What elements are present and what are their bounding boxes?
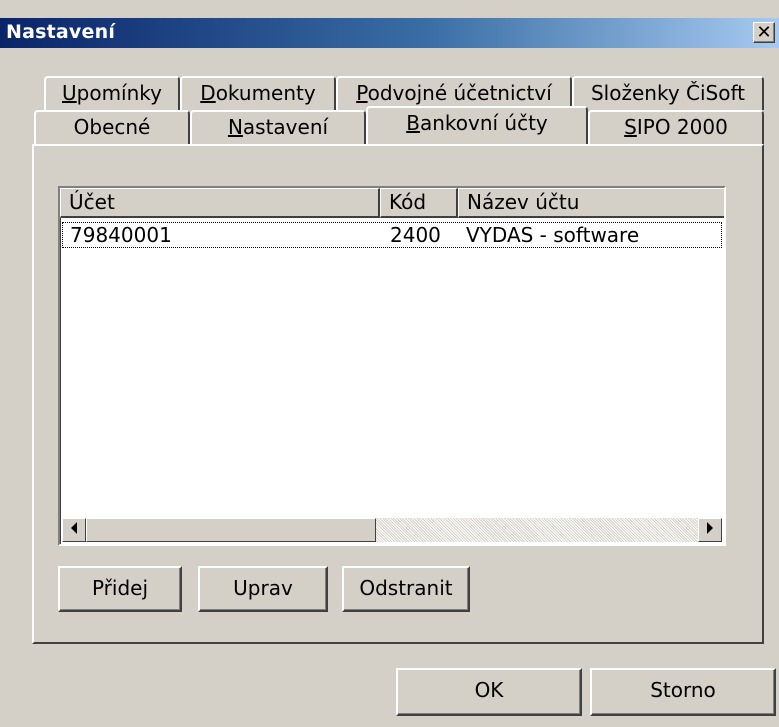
- tab-dokumenty[interactable]: Dokumenty: [180, 76, 336, 110]
- cell-kod: 2400: [390, 223, 441, 247]
- tab-hotkey: B: [406, 111, 420, 135]
- tab-bankovni-ucty[interactable]: Bankovní účty: [366, 106, 588, 144]
- scroll-right-button[interactable]: [698, 518, 722, 542]
- tab-nastaveni[interactable]: Nastavení: [190, 110, 366, 146]
- tab-label: Složenky ČiSoft: [590, 81, 745, 105]
- tab-hotkey: U: [62, 81, 77, 105]
- tab-slozenky-cisoft[interactable]: Složenky ČiSoft: [572, 76, 764, 110]
- tab-upominky[interactable]: Upomínky: [44, 76, 180, 110]
- add-button[interactable]: Přidej: [58, 566, 182, 612]
- tab-label: IPO 2000: [636, 115, 728, 139]
- tab-hotkey: D: [200, 81, 216, 105]
- column-label: Název účtu: [467, 190, 580, 214]
- ok-button[interactable]: OK: [396, 668, 582, 716]
- tab-label: okumenty: [215, 81, 316, 105]
- button-label: OK: [474, 678, 504, 702]
- tab-label: astavení: [242, 115, 329, 139]
- column-header-ucet[interactable]: Účet: [60, 188, 380, 218]
- title-bar[interactable]: Nastavení ✕: [0, 18, 779, 48]
- close-icon: ✕: [756, 22, 772, 43]
- tab-hotkey: S: [624, 115, 637, 139]
- tab-obecne[interactable]: Obecné: [34, 110, 190, 146]
- tab-hotkey: N: [227, 115, 243, 139]
- column-label: Kód: [389, 190, 427, 214]
- tab-hotkey: P: [356, 81, 368, 105]
- cancel-button[interactable]: Storno: [590, 668, 776, 716]
- close-button[interactable]: ✕: [753, 22, 775, 43]
- scroll-left-icon: [71, 522, 77, 534]
- tab-podvojne-ucetnictvi[interactable]: Podvojné účetnictví: [336, 76, 572, 110]
- tab-label: ankovní účty: [419, 111, 548, 135]
- button-label: Uprav: [233, 576, 293, 600]
- edit-button[interactable]: Uprav: [198, 566, 328, 612]
- window-title: Nastavení: [6, 21, 116, 43]
- column-header-nazev[interactable]: Název účtu: [458, 188, 724, 218]
- button-label: Odstranit: [359, 576, 453, 600]
- scroll-right-icon: [707, 522, 713, 534]
- bank-accounts-list[interactable]: Účet Kód Název účtu 79840001 2400 VYDAS …: [58, 186, 726, 546]
- scroll-left-button[interactable]: [62, 518, 86, 542]
- scrollbar-thumb[interactable]: [86, 518, 376, 542]
- horizontal-scrollbar[interactable]: [62, 518, 722, 542]
- column-label: Účet: [69, 190, 115, 214]
- column-header-kod[interactable]: Kód: [380, 188, 458, 218]
- tab-label: pomínky: [76, 81, 162, 105]
- button-label: Přidej: [91, 576, 149, 600]
- cell-nazev: VYDAS - software: [466, 223, 640, 247]
- tab-sipo-2000[interactable]: SIPO 2000: [588, 110, 764, 146]
- remove-button[interactable]: Odstranit: [342, 566, 470, 612]
- tab-label: odvojné účetnictví: [367, 81, 552, 105]
- button-label: Storno: [650, 678, 716, 702]
- cell-ucet: 79840001: [70, 223, 172, 247]
- settings-dialog: Nastavení ✕ Upomínky Dokumenty Podvojné …: [0, 0, 779, 727]
- tab-label: Obecné: [73, 115, 151, 139]
